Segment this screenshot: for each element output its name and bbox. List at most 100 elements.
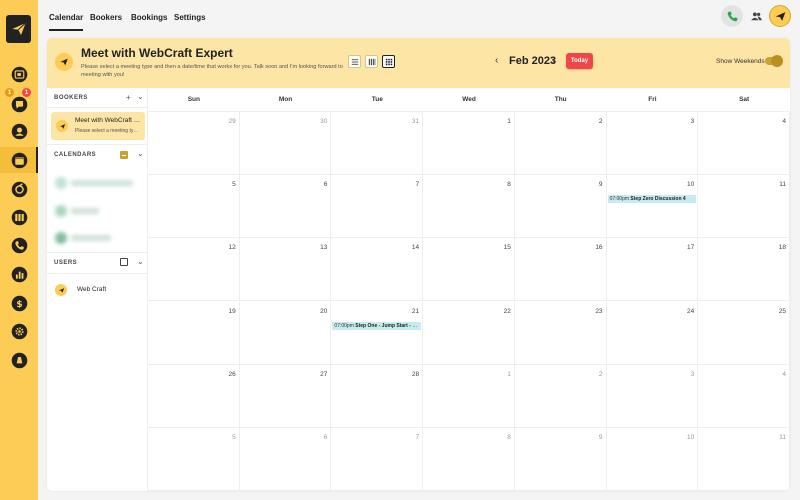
- phone-icon: [727, 11, 737, 21]
- show-weekends-toggle[interactable]: [765, 55, 783, 67]
- day-number: 12: [228, 244, 236, 252]
- day-cell[interactable]: 11: [698, 427, 790, 491]
- day-cell[interactable]: 8: [423, 427, 515, 491]
- calendar-event[interactable]: 07:00pm Step Zero Discussion 4: [607, 195, 697, 204]
- rail-payments[interactable]: $: [9, 293, 29, 313]
- day-cell[interactable]: 6: [239, 175, 332, 239]
- day-cell[interactable]: 14: [331, 238, 424, 302]
- day-cell[interactable]: 29: [148, 112, 240, 176]
- day-cell[interactable]: 3: [606, 364, 699, 428]
- calendar-event[interactable]: 07:00pm Step One - Jump Start - C...: [332, 321, 422, 330]
- day-cell[interactable]: 7: [331, 427, 424, 491]
- view-week-button[interactable]: [365, 55, 378, 68]
- next-month-button[interactable]: ›: [552, 55, 555, 66]
- call-button[interactable]: [721, 5, 743, 27]
- rail-contacts[interactable]: [9, 64, 29, 84]
- day-cell[interactable]: 3: [606, 112, 699, 176]
- day-cell[interactable]: 10: [606, 427, 699, 491]
- rail-sites[interactable]: [9, 207, 29, 227]
- day-cell[interactable]: 23: [514, 301, 607, 365]
- day-number: 10: [687, 433, 695, 441]
- day-cell[interactable]: 1: [423, 112, 515, 176]
- day-number: 20: [320, 307, 328, 315]
- day-cell[interactable]: 5: [148, 427, 240, 491]
- day-cell[interactable]: 24: [606, 301, 699, 365]
- users-collapse-button[interactable]: ⌄: [137, 257, 144, 266]
- calendar-card: Meet with WebCraft Expert Please select …: [47, 38, 790, 491]
- app-logo[interactable]: [6, 15, 31, 43]
- day-number: 4: [782, 118, 786, 125]
- day-cell[interactable]: 2: [514, 364, 607, 428]
- calendars-select-all-checkbox[interactable]: [120, 151, 128, 159]
- top-navigation: Calendar Bookers Bookings Settings: [38, 0, 800, 36]
- day-cell[interactable]: 4: [698, 364, 790, 428]
- calendar-item-blurred[interactable]: [55, 204, 140, 218]
- day-cell[interactable]: 2: [514, 112, 607, 176]
- day-cell[interactable]: 21 07:00pm Step One - Jump Start - C...: [331, 301, 424, 365]
- bookers-collapse-button[interactable]: ⌄: [137, 92, 144, 101]
- day-cell[interactable]: 17: [606, 238, 699, 302]
- day-cell[interactable]: 28: [331, 364, 424, 428]
- add-booker-button[interactable]: +: [126, 93, 131, 102]
- rail-reporting[interactable]: [9, 264, 29, 284]
- day-cell[interactable]: 8: [423, 175, 515, 239]
- show-weekends-label: Show Weekends: [716, 58, 765, 65]
- day-cell[interactable]: 31: [331, 112, 424, 176]
- day-cell[interactable]: 12: [148, 238, 240, 302]
- tab-bookers[interactable]: Bookers: [90, 13, 122, 22]
- day-cell[interactable]: 11: [698, 175, 790, 239]
- rail-phone[interactable]: [9, 235, 29, 255]
- users-select-all-checkbox[interactable]: [120, 258, 128, 266]
- team-button[interactable]: [745, 5, 767, 27]
- tab-bookings[interactable]: Bookings: [131, 13, 167, 22]
- calendar-item-blurred[interactable]: [55, 176, 140, 190]
- day-cell[interactable]: 16: [514, 238, 607, 302]
- weekday-header: Sat: [698, 88, 790, 112]
- day-number: 8: [507, 433, 511, 441]
- rail-calendar[interactable]: [9, 150, 29, 170]
- day-cell[interactable]: 1: [423, 364, 515, 428]
- calendars-collapse-button[interactable]: ⌄: [137, 149, 144, 158]
- day-cell[interactable]: 26: [148, 364, 240, 428]
- tab-settings[interactable]: Settings: [174, 13, 206, 22]
- weekday-header: Wed: [423, 88, 515, 112]
- day-cell[interactable]: 4: [698, 112, 790, 176]
- page-title: Meet with WebCraft Expert: [81, 46, 233, 60]
- prev-month-button[interactable]: ‹: [495, 55, 498, 66]
- view-list-button[interactable]: [348, 55, 361, 68]
- today-button[interactable]: Today: [566, 53, 593, 69]
- day-number: 2: [598, 370, 603, 378]
- day-cell[interactable]: 10 07:00pm Step Zero Discussion 4: [606, 175, 699, 239]
- day-cell[interactable]: 9: [514, 427, 607, 491]
- calendar-item-blurred[interactable]: [55, 231, 140, 245]
- weekday-header: Fri: [606, 88, 699, 112]
- day-number: 2: [598, 118, 603, 125]
- day-cell[interactable]: 5: [148, 175, 240, 239]
- day-cell[interactable]: 20: [239, 301, 332, 365]
- profile-avatar[interactable]: [769, 5, 791, 27]
- rail-conversations[interactable]: [9, 94, 29, 114]
- calendar-color-dot: [55, 205, 67, 217]
- view-month-button[interactable]: [382, 55, 395, 68]
- rail-contact-profile[interactable]: [9, 121, 29, 141]
- day-cell[interactable]: 13: [239, 238, 332, 302]
- list-view-icon: [351, 58, 358, 65]
- day-cell[interactable]: 9: [514, 175, 607, 239]
- day-cell[interactable]: 19: [148, 301, 240, 365]
- day-cell[interactable]: 25: [698, 301, 790, 365]
- booker-item[interactable]: Meet with WebCraft Expert Please select …: [51, 112, 145, 140]
- rail-marketplace[interactable]: [9, 350, 29, 370]
- rail-settings[interactable]: [9, 321, 29, 341]
- day-cell[interactable]: 22: [423, 301, 515, 365]
- rail-opportunities[interactable]: [9, 179, 29, 199]
- day-cell[interactable]: 15: [423, 238, 515, 302]
- day-cell[interactable]: 30: [239, 112, 332, 176]
- tab-calendar[interactable]: Calendar: [49, 13, 84, 31]
- day-cell[interactable]: 18: [698, 238, 790, 302]
- day-cell[interactable]: 6: [239, 427, 332, 491]
- day-cell[interactable]: 7: [331, 175, 424, 239]
- day-number: 14: [411, 244, 420, 252]
- day-cell[interactable]: 27: [239, 364, 332, 428]
- day-number: 30: [320, 118, 328, 125]
- day-number: 1: [507, 118, 511, 125]
